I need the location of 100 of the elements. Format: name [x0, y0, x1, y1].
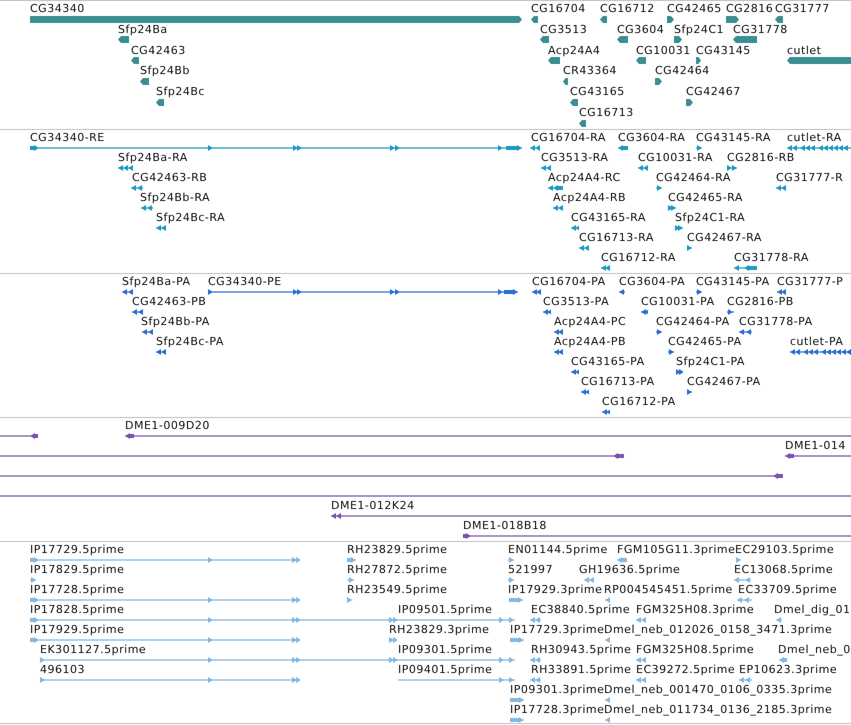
transcript-feature[interactable] — [532, 289, 541, 295]
gene-feature[interactable] — [667, 16, 674, 22]
gene-feature[interactable] — [636, 57, 646, 64]
transcript-feature[interactable] — [122, 289, 133, 295]
est-feature[interactable] — [347, 597, 352, 603]
transcript-feature[interactable] — [571, 225, 579, 231]
transcript-feature[interactable] — [156, 349, 166, 355]
transcript-feature[interactable] — [656, 329, 662, 335]
gene-feature[interactable] — [540, 36, 549, 44]
transcript-feature[interactable] — [727, 165, 737, 171]
transcript-feature[interactable] — [656, 185, 662, 191]
est-feature[interactable] — [605, 637, 610, 643]
est-feature[interactable] — [605, 717, 610, 723]
transcript-feature[interactable] — [668, 205, 676, 211]
transcript-feature[interactable] — [601, 265, 610, 271]
est-feature[interactable] — [776, 617, 782, 623]
transcript-feature[interactable] — [553, 205, 563, 211]
gene-feature[interactable] — [733, 36, 757, 44]
transcript-feature[interactable] — [696, 289, 702, 295]
est-feature[interactable] — [30, 597, 300, 603]
gene-feature[interactable] — [563, 78, 568, 85]
est-feature[interactable] — [510, 717, 524, 723]
est-feature[interactable] — [30, 577, 36, 583]
transcript-feature[interactable] — [675, 225, 683, 231]
est-feature[interactable] — [508, 557, 514, 563]
gene-feature[interactable] — [118, 36, 129, 44]
est-feature[interactable] — [40, 657, 398, 663]
est-feature[interactable] — [347, 557, 356, 563]
est-feature[interactable] — [779, 657, 787, 663]
transcript-feature[interactable] — [142, 329, 153, 335]
transcript-feature[interactable] — [777, 289, 786, 295]
gene-feature[interactable] — [600, 16, 607, 22]
transcript-feature[interactable] — [696, 145, 702, 151]
est-feature[interactable] — [605, 597, 610, 603]
transcript-feature[interactable] — [619, 289, 625, 295]
est-feature[interactable] — [398, 677, 515, 683]
gene-feature[interactable] — [686, 98, 693, 106]
gene-feature[interactable] — [30, 16, 522, 22]
transcript-feature[interactable] — [790, 349, 851, 355]
transcript-feature[interactable] — [579, 245, 589, 251]
transcript-feature[interactable] — [554, 329, 563, 335]
transcript-feature[interactable] — [618, 145, 628, 151]
transcript-feature[interactable] — [541, 165, 551, 171]
gene-feature[interactable] — [131, 57, 139, 64]
clone-feature[interactable] — [0, 473, 783, 479]
est-feature[interactable] — [734, 577, 751, 583]
transcript-feature[interactable] — [141, 205, 153, 211]
clone-feature[interactable] — [125, 433, 851, 439]
transcript-feature[interactable] — [132, 309, 143, 315]
est-feature[interactable] — [736, 557, 741, 563]
est-feature[interactable] — [347, 577, 354, 583]
transcript-feature[interactable] — [581, 389, 589, 395]
est-feature[interactable] — [605, 697, 610, 703]
transcript-feature[interactable] — [208, 289, 518, 295]
gene-feature[interactable] — [570, 98, 578, 106]
transcript-feature[interactable] — [638, 165, 648, 171]
est-feature[interactable] — [30, 617, 398, 623]
est-feature[interactable] — [510, 697, 524, 703]
est-feature[interactable] — [530, 617, 541, 623]
transcript-feature[interactable] — [687, 245, 692, 251]
gene-feature[interactable] — [775, 16, 783, 22]
est-feature[interactable] — [617, 557, 627, 563]
est-feature[interactable] — [30, 637, 300, 643]
clone-feature[interactable] — [785, 453, 851, 459]
gene-feature[interactable] — [548, 57, 560, 64]
est-feature[interactable] — [40, 677, 300, 683]
est-feature[interactable] — [636, 617, 646, 623]
transcript-feature[interactable] — [118, 165, 133, 171]
est-feature[interactable] — [530, 657, 541, 663]
est-feature[interactable] — [509, 597, 523, 603]
gene-feature[interactable] — [579, 120, 586, 126]
est-feature[interactable] — [530, 677, 541, 683]
gene-feature[interactable] — [655, 78, 662, 85]
transcript-feature[interactable] — [734, 265, 757, 271]
est-feature[interactable] — [508, 577, 514, 583]
gene-feature[interactable] — [674, 36, 682, 44]
est-feature[interactable] — [737, 597, 752, 603]
est-feature[interactable] — [636, 677, 646, 683]
clone-feature[interactable] — [0, 433, 38, 439]
est-feature[interactable] — [584, 577, 594, 583]
clone-feature[interactable] — [331, 513, 851, 519]
transcript-feature[interactable] — [668, 349, 674, 355]
transcript-feature[interactable] — [30, 145, 522, 151]
gene-feature[interactable] — [696, 57, 701, 64]
gene-feature[interactable] — [140, 78, 149, 85]
transcript-feature[interactable] — [687, 389, 692, 395]
est-feature[interactable] — [389, 637, 397, 643]
transcript-feature[interactable] — [131, 185, 143, 191]
gene-feature[interactable] — [726, 16, 739, 22]
transcript-feature[interactable] — [727, 309, 734, 315]
transcript-feature[interactable] — [543, 309, 551, 315]
transcript-feature[interactable] — [787, 145, 851, 151]
transcript-feature[interactable] — [776, 185, 786, 191]
transcript-feature[interactable] — [739, 329, 752, 335]
transcript-feature[interactable] — [602, 409, 610, 415]
clone-feature[interactable] — [0, 453, 624, 459]
est-feature[interactable] — [739, 677, 752, 683]
gene-feature[interactable] — [531, 16, 538, 22]
est-feature[interactable] — [636, 657, 646, 663]
transcript-feature[interactable] — [554, 349, 563, 355]
